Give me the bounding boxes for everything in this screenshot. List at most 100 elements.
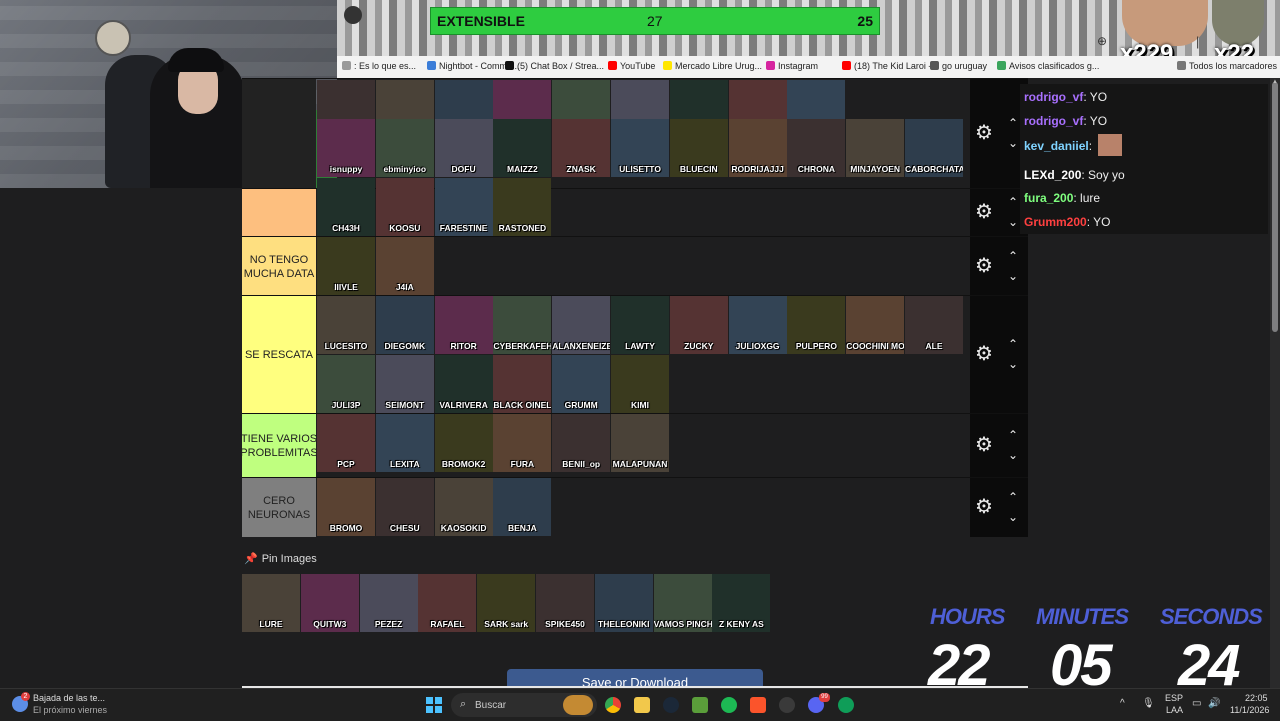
tier-image-tile[interactable]: MINJAYOEN bbox=[846, 119, 905, 177]
bookmark-item[interactable]: : Es lo que es... bbox=[342, 61, 416, 71]
tier-image-tile[interactable]: BENII_op bbox=[552, 414, 611, 472]
tier-image-tile[interactable]: BROMOK2 bbox=[434, 414, 493, 472]
gear-icon[interactable]: ⚙ bbox=[974, 497, 994, 517]
clock-time[interactable]: 22:05 bbox=[1245, 693, 1268, 703]
pin-image-tile[interactable]: SARK sark bbox=[477, 574, 536, 632]
tier-image-tile[interactable]: CHESU bbox=[375, 478, 434, 536]
chevron-down-icon[interactable]: ⌄ bbox=[1006, 137, 1020, 149]
scroll-up-icon[interactable]: ▲ bbox=[1272, 79, 1278, 85]
tier-image-tile[interactable]: VALRIVERA bbox=[434, 355, 493, 413]
obs-icon[interactable] bbox=[779, 697, 795, 713]
tier-image-tile[interactable]: ULISETTO bbox=[611, 119, 669, 177]
tier-label[interactable] bbox=[242, 79, 316, 189]
chevron-up-icon[interactable]: ⌃ bbox=[1006, 250, 1020, 262]
pin-image-tile[interactable]: RAFAEL bbox=[418, 574, 477, 632]
gear-icon[interactable]: ⚙ bbox=[974, 435, 994, 455]
tier-image-tile[interactable]: J4IA bbox=[375, 237, 434, 295]
tier-image-tile[interactable]: CH43H bbox=[317, 178, 375, 236]
pin-image-tile[interactable]: THELEONIKI bbox=[594, 574, 653, 632]
language-layout[interactable]: LAA bbox=[1166, 705, 1183, 715]
tier-image-tile[interactable]: ZUCKY bbox=[669, 296, 728, 354]
tier-image-tile[interactable]: KOOSU bbox=[375, 178, 434, 236]
mic-icon[interactable]: 🎙 bbox=[1142, 698, 1155, 709]
volume-icon[interactable]: 🔊 bbox=[1208, 698, 1220, 709]
tier-image-tile[interactable]: isnuppy bbox=[317, 119, 375, 177]
tier-image-tile[interactable]: BLACK OINELLA bbox=[493, 355, 552, 413]
tier-image-tile[interactable]: CABORCHATA bbox=[905, 119, 963, 177]
windows-start-icon[interactable] bbox=[426, 697, 442, 713]
brave-icon[interactable] bbox=[750, 697, 766, 713]
pin-image-tile[interactable]: VAMOS PINCHA bbox=[653, 574, 712, 632]
bookmark-item[interactable]: Avisos clasificados g... bbox=[997, 61, 1099, 71]
chevron-up-icon[interactable]: ⌃ bbox=[1006, 491, 1020, 503]
tier-image-tile[interactable]: PULPERO bbox=[787, 296, 846, 354]
pin-image-tile[interactable]: PEZEZ bbox=[359, 574, 418, 632]
chevron-down-icon[interactable]: ⌄ bbox=[1006, 449, 1020, 461]
news-subtitle[interactable]: El próximo viernes bbox=[33, 705, 107, 715]
language-code[interactable]: ESP bbox=[1165, 693, 1183, 703]
pin-image-tile[interactable]: QUITW3 bbox=[300, 574, 359, 632]
tier-image-tile[interactable]: MAIZZ2 bbox=[493, 119, 552, 177]
chevron-down-icon[interactable]: ⌄ bbox=[1006, 216, 1020, 228]
pin-image-tile[interactable]: SPIKE450 bbox=[536, 574, 594, 632]
tier-label[interactable]: SE RESCATA bbox=[242, 296, 316, 414]
tier-image-tile[interactable]: BENJA bbox=[493, 478, 552, 536]
bookmark-item[interactable]: Todos los marcadores bbox=[1177, 61, 1277, 71]
tier-image-tile[interactable]: ebminyioo bbox=[375, 119, 434, 177]
bookmark-item[interactable]: go uruguay bbox=[930, 61, 987, 71]
tier-image-tile[interactable]: CHRONA bbox=[787, 119, 846, 177]
tier-label[interactable]: NO TENGO MUCHA DATA bbox=[242, 237, 316, 296]
zoom-icon[interactable]: ⊕ bbox=[1097, 34, 1107, 48]
tier-label[interactable]: TIENE VARIOS PROBLEMITAS bbox=[240, 414, 318, 478]
chrome-icon[interactable] bbox=[605, 697, 621, 713]
chevron-up-icon[interactable]: ⌃ bbox=[1006, 117, 1020, 129]
clock-date[interactable]: 11/1/2026 bbox=[1230, 705, 1269, 715]
tier-image-tile[interactable]: KIMI bbox=[611, 355, 669, 413]
tier-image-tile[interactable]: ALANXENEIZE bbox=[552, 296, 611, 354]
file-explorer-icon[interactable] bbox=[634, 697, 650, 713]
tier-image-tile[interactable]: FURA bbox=[493, 414, 552, 472]
tier-image-tile[interactable]: KAOSOKID bbox=[434, 478, 493, 536]
chevron-down-icon[interactable]: ⌄ bbox=[1006, 511, 1020, 523]
tier-image-tile[interactable]: RITOR bbox=[434, 296, 493, 354]
bookmark-item[interactable]: (5) Chat Box / Strea... bbox=[505, 61, 604, 71]
chevron-up-icon[interactable]: ⌃ bbox=[1006, 338, 1020, 350]
tier-image-tile[interactable]: LUCESITO bbox=[317, 296, 375, 354]
chevron-down-icon[interactable]: ⌄ bbox=[1006, 358, 1020, 370]
chevron-up-icon[interactable]: ⌃ bbox=[1006, 429, 1020, 441]
tier-image-tile[interactable]: LEXITA bbox=[375, 414, 434, 472]
tier-image-tile[interactable]: LAWTY bbox=[611, 296, 669, 354]
tier-image-tile[interactable]: JULI3P bbox=[317, 355, 375, 413]
bookmark-item[interactable]: YouTube bbox=[608, 61, 655, 71]
tier-image-tile[interactable]: BLUECIN bbox=[669, 119, 728, 177]
tier-image-tile[interactable]: ZNASK bbox=[552, 119, 611, 177]
tier-image-tile[interactable]: IIIVLE bbox=[317, 237, 375, 295]
bookmark-item[interactable]: Instagram bbox=[766, 61, 818, 71]
bookmark-item[interactable]: Mercado Libre Urug... bbox=[663, 61, 762, 71]
tier-image-tile[interactable]: RASTONED bbox=[493, 178, 552, 236]
tier-image-tile[interactable]: CYBERKAFEH bbox=[493, 296, 552, 354]
tier-image-tile[interactable]: DIEGOMK bbox=[375, 296, 434, 354]
bookmark-item[interactable]: (18) The Kid Laroi -... bbox=[842, 61, 939, 71]
minecraft-icon[interactable] bbox=[692, 697, 708, 713]
tier-image-tile[interactable]: PCP bbox=[317, 414, 375, 472]
gear-icon[interactable]: ⚙ bbox=[974, 123, 994, 143]
pin-image-tile[interactable]: LURE bbox=[242, 574, 300, 632]
scrollbar-thumb[interactable] bbox=[1272, 82, 1278, 332]
tier-image-tile[interactable]: BROMO bbox=[317, 478, 375, 536]
chevron-down-icon[interactable]: ⌄ bbox=[1006, 270, 1020, 282]
tray-chevron-icon[interactable]: ^ bbox=[1120, 698, 1125, 709]
tier-label[interactable] bbox=[242, 189, 316, 237]
chatgpt-icon[interactable] bbox=[838, 697, 854, 713]
gear-icon[interactable]: ⚙ bbox=[974, 202, 994, 222]
tier-image-tile[interactable]: DOFU bbox=[434, 119, 493, 177]
news-title[interactable]: Bajada de las te... bbox=[33, 693, 105, 703]
tier-image-tile[interactable]: COOCHINI MOCHINICAY bbox=[846, 296, 905, 354]
network-icon[interactable]: ▭ bbox=[1192, 698, 1201, 709]
tier-image-tile[interactable]: RODRIJAJJJ bbox=[728, 119, 787, 177]
tier-label[interactable]: CERO NEURONAS bbox=[242, 478, 316, 537]
tier-image-tile[interactable]: FARESTINE bbox=[434, 178, 493, 236]
tier-image-tile[interactable]: JULIOXGG bbox=[728, 296, 787, 354]
taskbar-search[interactable]: ⌕ Buscar bbox=[451, 693, 597, 717]
steam-icon[interactable] bbox=[663, 697, 679, 713]
